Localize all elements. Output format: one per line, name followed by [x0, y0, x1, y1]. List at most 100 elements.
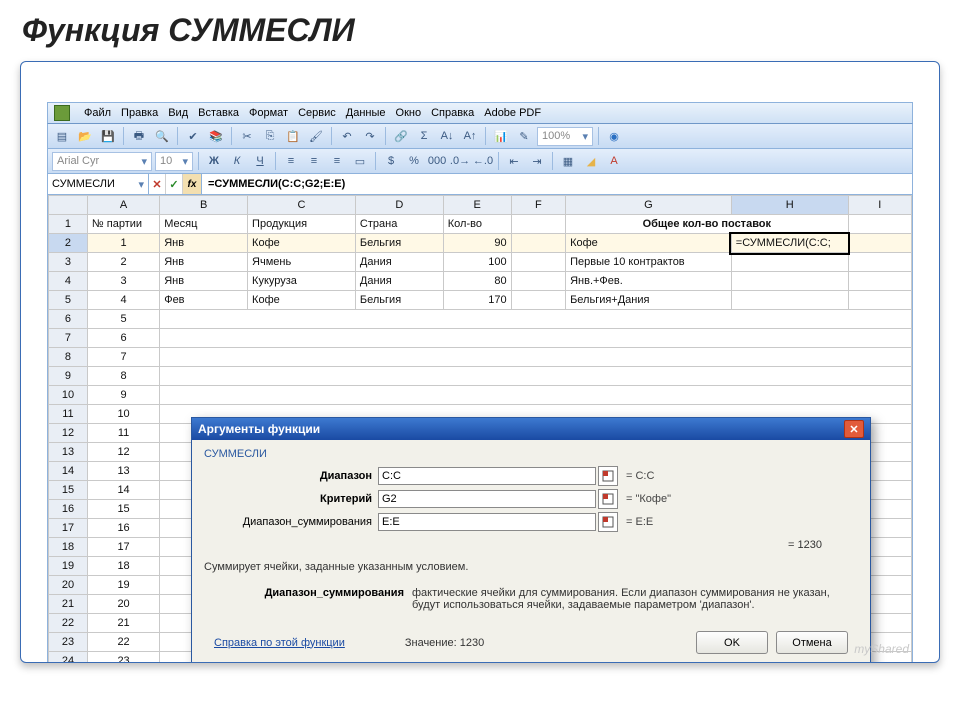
merge-icon[interactable]: ▭	[350, 151, 370, 171]
increase-decimal-icon[interactable]: .0→	[450, 151, 470, 171]
arg-help-label: Диапазон_суммирования	[204, 587, 412, 611]
font-color-icon[interactable]: A	[604, 151, 624, 171]
arg-range-label: Диапазон	[204, 470, 378, 482]
table-row[interactable]: 98	[49, 367, 912, 386]
arg-criteria-label: Критерий	[204, 493, 378, 505]
bold-button[interactable]: Ж	[204, 151, 224, 171]
arg-criteria-input[interactable]	[378, 490, 596, 508]
chart-icon[interactable]: 📊	[491, 126, 511, 146]
menu-edit[interactable]: Правка	[121, 107, 158, 119]
open-icon[interactable]: 📂	[75, 126, 95, 146]
excel-doc-icon	[54, 105, 70, 121]
format-painter-icon[interactable]: 🖌	[306, 126, 326, 146]
help-link[interactable]: Справка по этой функции	[214, 637, 345, 649]
value-label: Значение: 1230	[405, 637, 484, 649]
cut-icon[interactable]: ✂	[237, 126, 257, 146]
function-arguments-dialog: Аргументы функции ✕ СУММЕСЛИ Диапазон = …	[191, 417, 871, 663]
range-selector-icon[interactable]	[598, 512, 618, 532]
menu-insert[interactable]: Вставка	[198, 107, 239, 119]
zoom-combo[interactable]: 100%▾	[537, 127, 593, 146]
function-name-label: СУММЕСЛИ	[204, 448, 858, 460]
table-row[interactable]: 54ФевКофеБельгия170Бельгия+Дания	[49, 291, 912, 310]
decrease-decimal-icon[interactable]: ←.0	[473, 151, 493, 171]
sort-asc-icon[interactable]: A↓	[437, 126, 457, 146]
formula-bar: СУММЕСЛИ▾ ✕ ✓ fx =СУММЕСЛИ(C:C;G2;E:E)	[47, 174, 913, 195]
table-row[interactable]: 65	[49, 310, 912, 329]
table-row[interactable]: 43ЯнвКукурузаДания80Янв.+Фев.	[49, 272, 912, 291]
menu-view[interactable]: Вид	[168, 107, 188, 119]
confirm-edit-icon[interactable]: ✓	[166, 174, 183, 194]
fill-color-icon[interactable]: ◢	[581, 151, 601, 171]
menu-format[interactable]: Формат	[249, 107, 288, 119]
menu-file[interactable]: Файл	[84, 107, 111, 119]
cancel-edit-icon[interactable]: ✕	[149, 174, 166, 194]
help-icon[interactable]: ◉	[604, 126, 624, 146]
print-icon[interactable]: 🖶	[129, 126, 149, 146]
align-center-icon[interactable]: ≡	[304, 151, 324, 171]
menu-data[interactable]: Данные	[346, 107, 386, 119]
range-selector-icon[interactable]	[598, 489, 618, 509]
spellcheck-icon[interactable]: ✔	[183, 126, 203, 146]
arg-sumrange-result: = E:E	[626, 516, 653, 528]
name-box[interactable]: СУММЕСЛИ▾	[48, 174, 149, 194]
table-row[interactable]: 1 № партииМесяцПродукция СтранаКол-во Об…	[49, 215, 912, 234]
menu-help[interactable]: Справка	[431, 107, 474, 119]
decrease-indent-icon[interactable]: ⇤	[504, 151, 524, 171]
arg-range-input[interactable]	[378, 467, 596, 485]
save-icon[interactable]: 💾	[98, 126, 118, 146]
arg-sumrange-input[interactable]	[378, 513, 596, 531]
function-description: Суммирует ячейки, заданные указанным усл…	[204, 557, 858, 583]
fx-button[interactable]: fx	[183, 174, 202, 194]
currency-icon[interactable]: $	[381, 151, 401, 171]
increase-indent-icon[interactable]: ⇥	[527, 151, 547, 171]
menu-tools[interactable]: Сервис	[298, 107, 336, 119]
undo-icon[interactable]: ↶	[337, 126, 357, 146]
slide-title: Функция СУММЕСЛИ	[0, 0, 960, 55]
arg-help-text: фактические ячейки для суммирования. Есл…	[412, 587, 858, 611]
arg-range-result: = C:C	[626, 470, 654, 482]
range-selector-icon[interactable]	[598, 466, 618, 486]
table-row[interactable]: 76	[49, 329, 912, 348]
preview-icon[interactable]: 🔍	[152, 126, 172, 146]
active-cell: =СУММЕСЛИ(C:C;	[731, 234, 848, 253]
research-icon[interactable]: 📚	[206, 126, 226, 146]
table-row[interactable]: 2 1ЯнвКофе Бельгия90 Кофе=СУММЕСЛИ(C:C;	[49, 234, 912, 253]
italic-button[interactable]: К	[227, 151, 247, 171]
paste-icon[interactable]: 📋	[283, 126, 303, 146]
font-size-combo[interactable]: 10▾	[155, 152, 193, 171]
underline-button[interactable]: Ч	[250, 151, 270, 171]
arg-criteria-result: = "Кофе"	[626, 493, 671, 505]
app-window: Файл Правка Вид Вставка Формат Сервис Да…	[20, 61, 940, 663]
align-right-icon[interactable]: ≡	[327, 151, 347, 171]
arg-sumrange-label: Диапазон_суммирования	[204, 516, 378, 528]
table-row[interactable]: 87	[49, 348, 912, 367]
ok-button[interactable]: OK	[696, 631, 768, 654]
autosum-icon[interactable]: Σ	[414, 126, 434, 146]
watermark: myShared	[854, 642, 909, 656]
cancel-button[interactable]: Отмена	[776, 631, 848, 654]
formatting-toolbar: Arial Cyr▾ 10▾ Ж К Ч ≡ ≡ ≡ ▭ $ % 000 .0→…	[47, 149, 913, 174]
hyperlink-icon[interactable]: 🔗	[391, 126, 411, 146]
font-combo[interactable]: Arial Cyr▾	[52, 152, 152, 171]
close-icon[interactable]: ✕	[844, 420, 864, 438]
percent-icon[interactable]: %	[404, 151, 424, 171]
comma-icon[interactable]: 000	[427, 151, 447, 171]
sort-desc-icon[interactable]: A↑	[460, 126, 480, 146]
drawing-icon[interactable]: ✎	[514, 126, 534, 146]
new-icon[interactable]: ▤	[52, 126, 72, 146]
column-headers: A B C D E F G H I	[49, 196, 912, 215]
align-left-icon[interactable]: ≡	[281, 151, 301, 171]
formula-result: = 1230	[204, 535, 858, 557]
menu-bar: Файл Правка Вид Вставка Формат Сервис Да…	[47, 102, 913, 124]
copy-icon[interactable]: ⎘	[260, 126, 280, 146]
dialog-title: Аргументы функции	[198, 422, 320, 436]
table-row[interactable]: 109	[49, 386, 912, 405]
menu-window[interactable]: Окно	[396, 107, 422, 119]
formula-input[interactable]: =СУММЕСЛИ(C:C;G2;E:E)	[202, 178, 912, 190]
standard-toolbar: ▤ 📂 💾 🖶 🔍 ✔ 📚 ✂ ⎘ 📋 🖌 ↶ ↷ 🔗 Σ A↓ A↑ 📊 ✎ …	[47, 124, 913, 149]
redo-icon[interactable]: ↷	[360, 126, 380, 146]
menu-adobe-pdf[interactable]: Adobe PDF	[484, 107, 541, 119]
borders-icon[interactable]: ▦	[558, 151, 578, 171]
dialog-titlebar[interactable]: Аргументы функции ✕	[192, 418, 870, 440]
table-row[interactable]: 32ЯнвЯчменьДания100Первые 10 контрактов	[49, 253, 912, 272]
